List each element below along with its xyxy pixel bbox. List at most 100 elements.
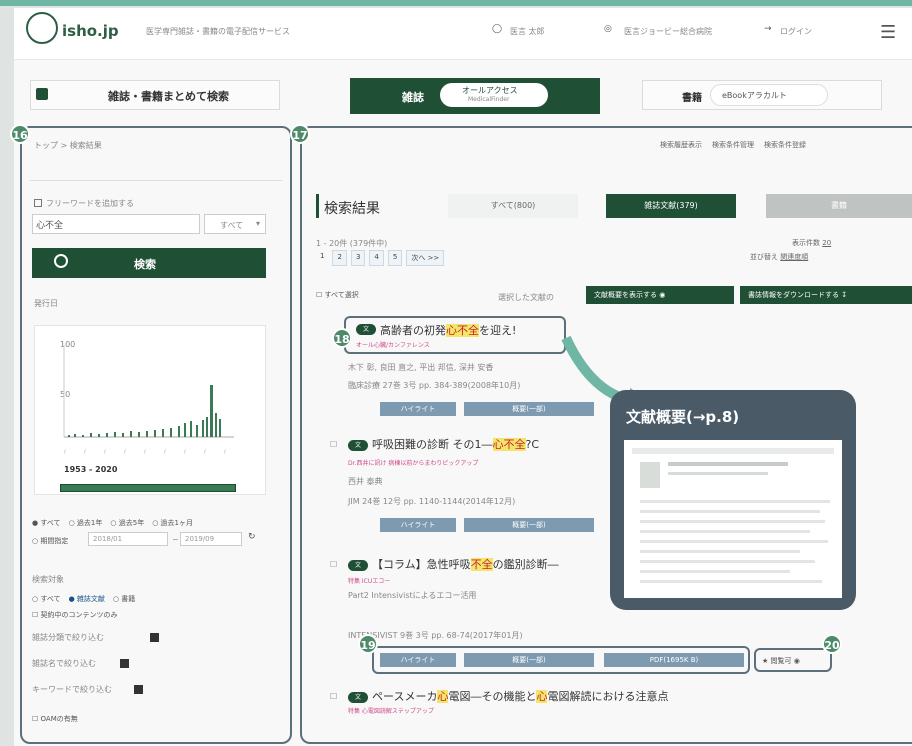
pdf-button[interactable]: PDF(1695K B): [604, 653, 744, 667]
page-5[interactable]: 5: [387, 250, 403, 266]
show-abstract-button[interactable]: 文献概要を表示する ◉: [586, 286, 734, 304]
result-series-2[interactable]: Dr.西井に訊け 病棟以前からまわりピックアップ: [348, 458, 478, 467]
result-cite-1: 臨床診療 27巻 3号 pp. 384-389(2008年10月): [348, 381, 521, 390]
svg-text:∕: ∕: [124, 449, 126, 455]
bookmark-button[interactable]: ★ 閲覧可 ◉: [762, 656, 800, 666]
thumbnail-line: [640, 580, 822, 583]
per-page-value[interactable]: 20: [822, 239, 831, 247]
result-series-1[interactable]: オール心臓/カンファレンス: [356, 340, 430, 349]
target-label: 検索対象: [32, 575, 64, 584]
per-page: 表示件数 20: [792, 239, 832, 247]
thumbnail-line: [640, 540, 828, 543]
menu-icon[interactable]: ☰: [880, 22, 896, 43]
result-series-4[interactable]: 特集 心電図読解ステップアップ: [348, 706, 434, 715]
highlight-button[interactable]: ハイライト: [380, 653, 456, 667]
radio-all[interactable]: ● すべて: [32, 518, 61, 528]
date-from-input[interactable]: 2018/01: [88, 532, 168, 546]
result-title-1[interactable]: 高齢者の初発心不全を迎え!: [380, 322, 516, 338]
history-link[interactable]: 検索履歴表示: [660, 140, 702, 150]
hospital-icon: ◎: [604, 24, 612, 34]
sort: 並び替え 関連度順: [750, 253, 809, 261]
filter-keyword[interactable]: キーワードで絞り込む: [32, 684, 112, 695]
svg-text:∕: ∕: [104, 449, 106, 455]
radio-5y[interactable]: ○ 過去5年: [110, 518, 144, 528]
result-checkbox-4[interactable]: ☐: [330, 692, 337, 701]
results-title: 検索結果: [324, 201, 380, 217]
result-title-3[interactable]: 【コラム】急性呼吸不全の鑑別診断―: [372, 556, 559, 572]
highlight-button[interactable]: ハイライト: [380, 518, 456, 532]
thumbnail-line: [668, 472, 768, 475]
freeword-checkbox[interactable]: [34, 199, 42, 207]
tab-all-label: 雑誌・書籍まとめて検索: [108, 90, 229, 103]
abstract-button[interactable]: 概要(一部): [464, 653, 594, 667]
pubdate-label: 発行日: [34, 299, 58, 308]
logo-icon[interactable]: [26, 12, 58, 44]
filter-category[interactable]: 雑誌分類で絞り込む: [32, 632, 104, 643]
tab-results-all[interactable]: すべて(800): [448, 194, 578, 218]
journal-badge: 文: [356, 324, 376, 335]
result-checkbox-2[interactable]: ☐: [330, 440, 337, 449]
thumbnail-line: [668, 462, 788, 466]
svg-text:∕: ∕: [144, 449, 146, 455]
highlight-button[interactable]: ハイライト: [380, 402, 456, 416]
radio-custom[interactable]: ○ 期間指定: [32, 536, 68, 546]
target-journal[interactable]: ● 雑誌文献: [69, 594, 105, 604]
range-slider[interactable]: [60, 484, 236, 492]
filter-journal[interactable]: 雑誌名で絞り込む: [32, 658, 96, 669]
page-3[interactable]: 3: [350, 250, 366, 266]
tab-book-label: 書籍: [682, 93, 702, 104]
sort-value[interactable]: 関連度順: [780, 253, 808, 261]
target-book[interactable]: ○ 書籍: [113, 594, 135, 604]
page-1[interactable]: 1: [316, 250, 328, 266]
target-all[interactable]: ○ すべて: [32, 594, 61, 604]
login-link[interactable]: ログイン: [780, 26, 812, 37]
user-icon: ◯: [492, 24, 503, 34]
refresh-icon[interactable]: ↻: [248, 532, 256, 542]
result-title-2[interactable]: 呼吸困難の診断 その1―心不全?C: [372, 436, 539, 452]
abstract-button[interactable]: 概要(一部): [464, 518, 594, 532]
thumbnail-line: [640, 520, 825, 523]
page-2[interactable]: 2: [332, 250, 347, 266]
plus-icon[interactable]: [150, 633, 159, 642]
download-button[interactable]: 書誌情報をダウンロードする ↧: [740, 286, 912, 304]
result-authors-2: 西井 泰典: [348, 477, 383, 486]
condition-manage-link[interactable]: 検索条件管理: [712, 140, 754, 150]
journal-badge: 文: [348, 560, 368, 571]
tab-results-journal[interactable]: 雑誌文献(379): [606, 194, 736, 218]
org-name[interactable]: 医言ジョービー総合病院: [624, 26, 712, 37]
thumbnail-line: [640, 570, 790, 573]
journal-badge: 文: [348, 440, 368, 451]
breadcrumb[interactable]: トップ > 検索結果: [34, 140, 102, 151]
scope-select-value: すべて: [220, 221, 244, 230]
logo-text[interactable]: isho.jp: [62, 22, 119, 40]
page-4[interactable]: 4: [369, 250, 384, 266]
result-title-4[interactable]: ペースメーカ心電図―その機能と心電図解読における注意点: [372, 688, 668, 704]
oa-checkbox[interactable]: ☐ OAMの有無: [32, 714, 78, 724]
callout-title: 文献概要(→p.8): [626, 408, 740, 426]
svg-text:∕: ∕: [64, 449, 66, 455]
caret-icon: ▾: [256, 219, 261, 228]
plus-icon[interactable]: [134, 685, 143, 694]
radio-1y[interactable]: ○ 過去1年: [69, 518, 103, 528]
tab-results-book[interactable]: 書籍: [766, 194, 912, 218]
user-name[interactable]: 医言 太郎: [510, 26, 545, 37]
svg-text:∕: ∕: [164, 449, 166, 455]
marker-16: 16: [10, 124, 30, 144]
top-accent-strip: [0, 0, 912, 6]
date-to-input[interactable]: 2019/09: [180, 532, 242, 546]
target-note[interactable]: ☐ 契約中のコンテンツのみ: [32, 610, 118, 620]
radio-1m[interactable]: ○ 過去1ヶ月: [152, 518, 193, 528]
search-button-label: 検索: [134, 258, 156, 271]
condition-register-link[interactable]: 検索条件登録: [764, 140, 806, 150]
page-next[interactable]: 次へ >>: [406, 250, 445, 266]
svg-text:∕: ∕: [184, 449, 186, 455]
selected-label: 選択した文献の: [498, 293, 554, 302]
result-checkbox-3[interactable]: ☐: [330, 560, 337, 569]
plus-icon[interactable]: [120, 659, 129, 668]
result-series-3[interactable]: 特集 ICUエコー: [348, 576, 390, 585]
pubdate-radios: ● すべて ○ 過去1年 ○ 過去5年 ○ 過去1ヶ月: [32, 518, 193, 528]
thumbnail-image: [640, 462, 660, 488]
thumbnail-line: [640, 530, 810, 533]
search-icon: [54, 254, 68, 268]
select-all[interactable]: ☐ すべて選択: [316, 290, 359, 300]
